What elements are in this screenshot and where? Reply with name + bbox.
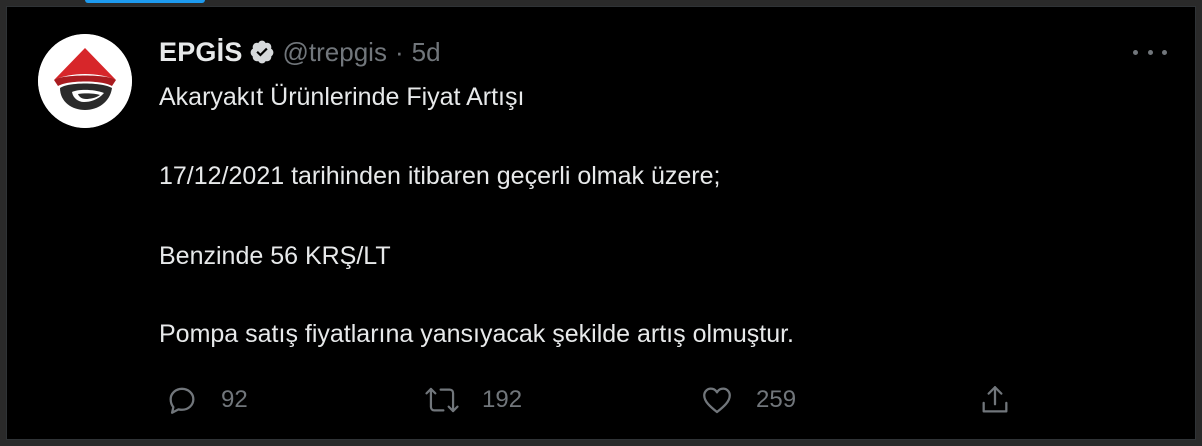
more-dot	[1162, 49, 1167, 55]
avatar[interactable]	[38, 34, 132, 128]
author-handle[interactable]: @trepgis	[283, 37, 387, 68]
tweet-line-summary: Pompa satış fiyatlarına yansıyacak şekil…	[159, 320, 794, 348]
tweet-line-date: 17/12/2021 tarihinden itibaren geçerli o…	[159, 162, 721, 190]
more-options-icon[interactable]	[1133, 45, 1167, 59]
like-count: 259	[756, 386, 797, 413]
retweet-button[interactable]: 192	[424, 380, 522, 420]
share-button[interactable]	[978, 380, 1012, 420]
tweet-header: EPGİS @trepgis · 5d	[159, 35, 441, 69]
tweet-line-title: Akaryakıt Ürünlerinde Fiyat Artışı	[159, 83, 525, 111]
tweet-card[interactable]: EPGİS @trepgis · 5d Akaryakıt Ürünlerind…	[6, 6, 1196, 440]
reply-icon	[165, 383, 199, 417]
heart-icon	[700, 383, 734, 417]
separator-dot: ·	[394, 36, 404, 67]
more-dot	[1147, 49, 1153, 55]
tweet-timestamp[interactable]: 5d	[412, 37, 441, 68]
share-icon	[978, 383, 1012, 417]
like-button[interactable]: 259	[700, 380, 796, 420]
more-dot	[1133, 49, 1138, 55]
epgis-logo-icon	[38, 34, 132, 128]
tweet-line-price: Benzinde 56 KRŞ/LT	[159, 242, 391, 270]
author-name[interactable]: EPGİS	[159, 37, 243, 68]
retweet-icon	[424, 383, 460, 417]
verified-badge-icon	[249, 39, 275, 65]
retweet-count: 192	[482, 386, 523, 413]
reply-button[interactable]: 92	[165, 380, 248, 420]
reply-count: 92	[221, 386, 248, 413]
top-accent-bar	[85, 0, 205, 3]
